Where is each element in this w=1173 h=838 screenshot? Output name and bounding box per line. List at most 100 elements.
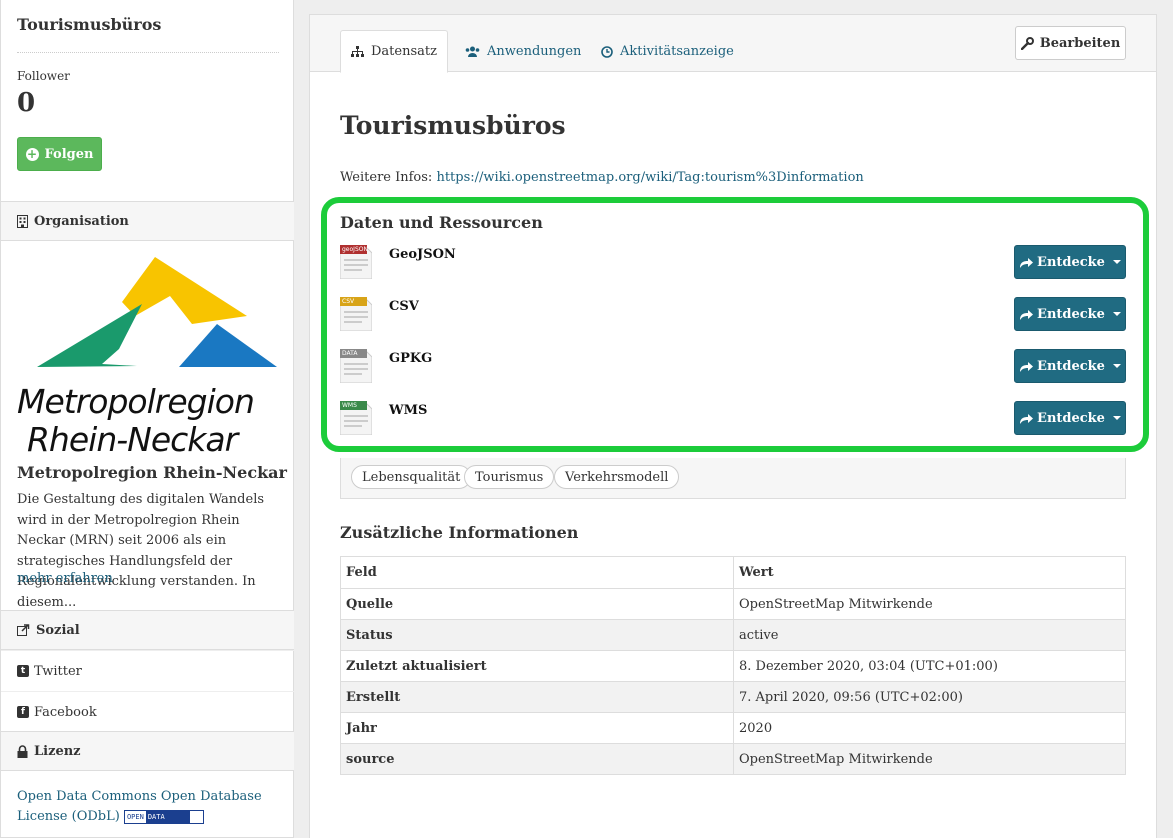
table-header-row: Feld Wert (340, 556, 1126, 589)
column-header-value: Wert (733, 556, 1126, 589)
info-label: Weitere Infos: (340, 170, 433, 185)
tag-item[interactable]: Lebensqualität (351, 465, 472, 489)
table-row: Erstellt 7. April 2020, 09:56 (UTC+02:00) (340, 681, 1126, 713)
caret-down-icon (1112, 312, 1121, 316)
badge-data-text: DATA (145, 810, 190, 823)
organisation-description: Die Gestaltung des digitalen Wandels wir… (17, 492, 265, 610)
share-icon (17, 624, 30, 636)
caret-down-icon (1112, 260, 1121, 264)
table-row: Zuletzt aktualisiert 8. Dezember 2020, 03… (340, 650, 1126, 682)
value-cell: active (733, 619, 1126, 651)
resource-name[interactable]: GPKG (389, 351, 432, 366)
resource-item[interactable]: DATA GPKG Entdecke (339, 348, 1126, 389)
share-arrow-icon (1020, 413, 1034, 424)
value-cell: 2020 (733, 712, 1126, 744)
file-format-icon-label: CSV (342, 298, 355, 305)
organisation-name: Metropolregion Rhein-Neckar (17, 463, 287, 482)
file-format-icon-label: DATA (342, 350, 358, 357)
plus-circle-icon: + (25, 146, 39, 161)
table-row: Jahr 2020 (340, 712, 1126, 744)
resources-heading: Daten und Ressourcen (340, 213, 543, 232)
explore-button-label: Entdecke (1037, 306, 1105, 322)
value-cell: 8. Dezember 2020, 03:04 (UTC+01:00) (733, 650, 1126, 682)
resource-name[interactable]: GeoJSON (389, 247, 456, 262)
column-header-field: Feld (340, 556, 734, 589)
tab-activity-label: Aktivitätsanzeige (620, 44, 734, 59)
resource-name[interactable]: CSV (389, 299, 419, 314)
twitter-link[interactable]: t Twitter (1, 650, 294, 691)
organisation-logo[interactable]: Metropolregion Rhein-Neckar (17, 254, 281, 459)
follow-button[interactable]: + Folgen (17, 137, 102, 171)
social-heading-label: Sozial (36, 622, 80, 638)
value-cell: OpenStreetMap Mitwirkende (733, 588, 1126, 620)
follower-count: 0 (17, 88, 36, 118)
file-format-icon: DATA (339, 348, 373, 384)
explore-button-label: Entdecke (1037, 410, 1105, 426)
explore-button-label: Entdecke (1037, 358, 1105, 374)
field-cell: Status (340, 619, 734, 651)
dataset-info: Weitere Infos: https://wiki.openstreetma… (340, 170, 864, 185)
lock-icon (17, 744, 28, 758)
share-arrow-icon (1020, 361, 1034, 372)
badge-open-text: OPEN (124, 810, 146, 823)
table-row: Status active (340, 619, 1126, 651)
value-cell: 7. April 2020, 09:56 (UTC+02:00) (733, 681, 1126, 713)
tag-item[interactable]: Verkehrsmodell (554, 465, 680, 489)
divider (17, 52, 279, 53)
twitter-label: Twitter (34, 663, 82, 679)
facebook-label: Facebook (34, 704, 97, 720)
sidebar: Tourismusbüros Follower 0 + Folgen Organ… (0, 0, 294, 838)
explore-dropdown-button[interactable]: Entdecke (1014, 349, 1126, 383)
edit-button[interactable]: Bearbeiten (1015, 26, 1126, 60)
tab-apps[interactable]: Anwendungen (455, 30, 591, 73)
tag-item[interactable]: Tourismus (464, 465, 555, 489)
tab-dataset-label: Datensatz (371, 44, 437, 59)
follow-button-label: Folgen (44, 146, 94, 162)
logo-text-line1: Metropolregion (17, 382, 255, 421)
main-content: Datensatz Anwendungen Aktivitätsanzeige … (309, 14, 1157, 838)
tab-dataset[interactable]: Datensatz (340, 30, 448, 73)
resource-item[interactable]: geoJSON GeoJSON Entdecke (339, 244, 1126, 285)
resource-item[interactable]: WMS WMS Entdecke (339, 400, 1126, 441)
field-cell: Jahr (340, 712, 734, 744)
more-info-link[interactable]: mehr erfahren (17, 571, 113, 586)
file-format-icon-label: WMS (342, 402, 357, 409)
tab-apps-label: Anwendungen (487, 44, 582, 59)
sidebar-title: Tourismusbüros (17, 15, 162, 34)
field-cell: Erstellt (340, 681, 734, 713)
field-cell: Zuletzt aktualisiert (340, 650, 734, 682)
table-row: source OpenStreetMap Mitwirkende (340, 743, 1126, 775)
file-format-icon: geoJSON (339, 244, 373, 280)
resource-name[interactable]: WMS (389, 403, 427, 418)
social-heading: Sozial (1, 610, 294, 650)
twitter-icon: t (17, 665, 29, 677)
additional-info-heading: Zusätzliche Informationen (340, 523, 579, 542)
field-cell: Quelle (340, 588, 734, 620)
sitemap-icon (351, 46, 364, 57)
explore-dropdown-button[interactable]: Entdecke (1014, 297, 1126, 331)
open-data-badge[interactable]: OPEN DATA (123, 809, 204, 824)
explore-button-label: Entdecke (1037, 254, 1105, 270)
file-format-icon-label: geoJSON (342, 246, 368, 253)
explore-dropdown-button[interactable]: Entdecke (1014, 401, 1126, 435)
logo-text-line2: Rhein-Neckar (27, 420, 238, 459)
file-format-icon: CSV (339, 296, 373, 332)
users-icon (465, 46, 480, 57)
resource-item[interactable]: CSV CSV Entdecke (339, 296, 1126, 337)
building-icon (17, 214, 28, 228)
tab-activity[interactable]: Aktivitätsanzeige (591, 30, 744, 73)
organisation-heading-label: Organisation (34, 213, 129, 229)
caret-down-icon (1112, 416, 1121, 420)
caret-down-icon (1112, 364, 1121, 368)
tab-bar: Datensatz Anwendungen Aktivitätsanzeige … (310, 15, 1156, 73)
explore-dropdown-button[interactable]: Entdecke (1014, 245, 1126, 279)
share-arrow-icon (1020, 257, 1034, 268)
license-block: Open Data Commons Open Database License … (17, 787, 287, 827)
field-cell: source (340, 743, 734, 775)
file-format-icon: WMS (339, 400, 373, 436)
license-heading: Lizenz (1, 731, 294, 771)
facebook-link[interactable]: f Facebook (1, 691, 294, 732)
info-link[interactable]: https://wiki.openstreetmap.org/wiki/Tag:… (436, 170, 863, 185)
share-arrow-icon (1020, 309, 1034, 320)
facebook-icon: f (17, 706, 29, 718)
